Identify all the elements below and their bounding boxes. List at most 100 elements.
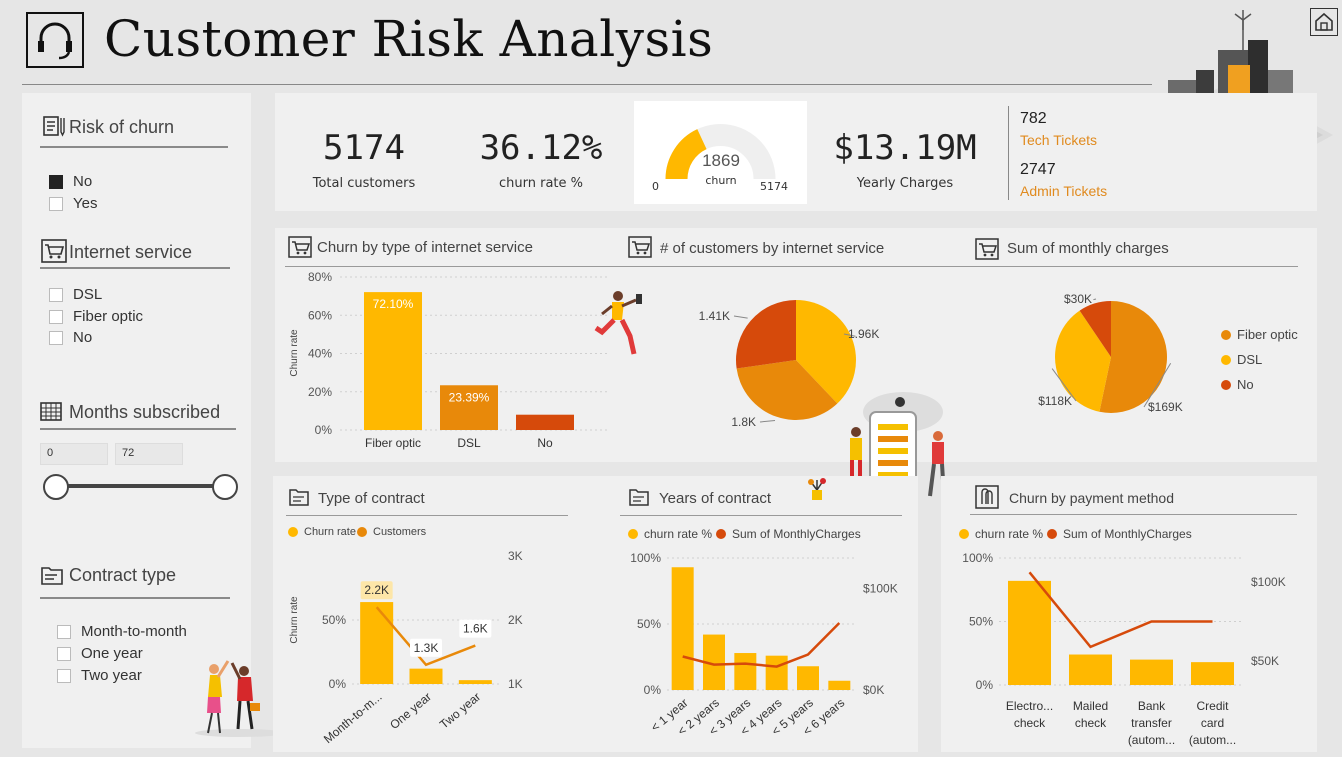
folder-icon xyxy=(289,489,309,506)
y-tick-label-right: 2K xyxy=(508,613,523,627)
type-of-contract-chart: 0% 50% 1K 2K 3K Month-to-m... One year Two year… xyxy=(289,549,523,747)
clipboard-icon xyxy=(43,116,65,137)
gauge-max: 5174 xyxy=(760,180,788,193)
leader-line xyxy=(759,419,776,423)
cart-icon xyxy=(288,236,312,258)
gauge-label: churn xyxy=(705,174,737,187)
x-tick-label: DSL xyxy=(457,436,481,450)
y-tick-label-right: $50K xyxy=(1251,654,1279,668)
slice-label: 1.96K xyxy=(848,327,879,341)
pie-slice xyxy=(735,300,796,369)
churn-by-internet-chart: 0% 20% 40% 60% 80% Churn rate Fiber optic 72.10… xyxy=(289,270,610,450)
gauge-value: 1869 xyxy=(702,151,740,170)
y-tick-label-left: 0% xyxy=(644,683,662,697)
internet-option-fiber[interactable]: Fiber optic xyxy=(49,308,143,325)
internet-option-no[interactable]: No xyxy=(49,329,92,346)
risk-option-no[interactable]: No xyxy=(49,173,92,190)
x-tick-label: (autom... xyxy=(1128,733,1175,747)
checkbox[interactable] xyxy=(57,646,71,661)
x-tick-label: Two year xyxy=(437,690,483,732)
internet-option-dsl[interactable]: DSL xyxy=(49,286,102,303)
bar xyxy=(671,567,694,690)
payment-legend-churn: churn rate % xyxy=(959,527,1043,541)
checkbox[interactable] xyxy=(57,668,71,683)
years-legend-charges: Sum of MonthlyCharges xyxy=(716,527,861,541)
years-of-contract-chart: 0%50%100%$0K$100K< 1 year< 2 years< 3 ye… xyxy=(630,551,898,738)
legend-fiber: Fiber optic xyxy=(1221,327,1298,342)
plant-illustration xyxy=(808,478,826,500)
charts-divider xyxy=(285,266,1298,267)
total-customers-label: Total customers xyxy=(312,176,416,191)
contract-option-two-year[interactable]: Two year xyxy=(57,667,142,684)
bar xyxy=(516,414,574,430)
churn-rate-value: 36.12% xyxy=(479,128,603,168)
cart-icon xyxy=(628,236,652,258)
slice-label: $118K xyxy=(1038,394,1072,408)
runner-illustration xyxy=(594,291,642,355)
x-tick-label: Credit xyxy=(1196,699,1229,713)
months-filter-underline xyxy=(40,428,236,430)
type-of-contract-title: Type of contract xyxy=(318,490,425,507)
contract-option-monthly[interactable]: Month-to-month xyxy=(57,623,187,640)
customers-by-internet-title: # of customers by internet service xyxy=(660,240,885,257)
data-label: 1.6K xyxy=(463,622,488,636)
slice-label: 1.41K xyxy=(699,309,730,323)
years-divider xyxy=(620,515,902,516)
risk-filter-underline xyxy=(40,146,228,148)
risk-option-yes[interactable]: Yes xyxy=(49,195,97,212)
x-tick-label: check xyxy=(1014,716,1046,730)
y-tick-label: 80% xyxy=(308,270,332,284)
risk-filter-title: Risk of churn xyxy=(69,117,175,137)
legend-dsl: DSL xyxy=(1221,352,1262,367)
y-tick-label: 0% xyxy=(315,423,333,437)
gauge-min: 0 xyxy=(652,180,659,193)
page-title: Customer Risk Analysis xyxy=(104,10,714,68)
bar xyxy=(409,668,443,684)
contract-option-one-year[interactable]: One year xyxy=(57,645,143,662)
months-slider-track[interactable] xyxy=(56,484,226,488)
checkbox[interactable] xyxy=(49,330,63,345)
cart-icon xyxy=(41,239,67,263)
header-icon-box xyxy=(26,12,84,68)
data-label: 2.2K xyxy=(364,583,389,597)
checkbox[interactable] xyxy=(49,309,63,324)
y-tick-label: 40% xyxy=(308,347,332,361)
checkbox[interactable] xyxy=(57,624,71,639)
months-min-input[interactable]: 0 xyxy=(40,443,108,465)
contract-divider xyxy=(286,515,568,516)
bar xyxy=(797,666,819,690)
x-tick-label: Fiber optic xyxy=(365,436,421,450)
bar xyxy=(1008,580,1051,685)
y-tick-label-right: $100K xyxy=(1251,575,1286,589)
checkbox[interactable] xyxy=(49,196,63,211)
y-tick-label-left: 50% xyxy=(969,615,993,629)
churn-by-payment-chart: 0% 50% 100% $50K $100K Electro... check Mailed c… xyxy=(962,551,1286,747)
x-tick-label: Mailed xyxy=(1073,699,1108,713)
y-tick-label-left: 0% xyxy=(329,677,347,691)
yearly-charges-value: $13.19M xyxy=(833,128,977,168)
contract-legend-customers: Customers xyxy=(357,526,426,538)
churn-by-internet-title: Churn by type of internet service xyxy=(317,239,533,256)
bar xyxy=(458,680,492,684)
months-slider-handle-max[interactable] xyxy=(212,474,238,500)
total-customers-value: 5174 xyxy=(323,128,405,168)
leader-line xyxy=(1093,298,1097,301)
y-tick-label-right: $100K xyxy=(863,581,898,595)
admin-tickets-label: Admin Tickets xyxy=(1020,183,1108,199)
y-tick-label-right: 3K xyxy=(508,549,523,563)
months-max-input[interactable]: 72 xyxy=(115,443,183,465)
x-tick-label: Month-to-m... xyxy=(321,690,385,747)
payment-icon xyxy=(975,485,999,509)
months-slider-handle-min[interactable] xyxy=(43,474,69,500)
y-axis-label: Churn rate xyxy=(289,329,300,377)
contract-legend-churn: Churn rate xyxy=(288,526,356,538)
years-legend-churn: churn rate % xyxy=(628,527,712,541)
folder-icon xyxy=(41,567,63,585)
y-axis-label: Churn rate xyxy=(289,596,300,644)
internet-filter-underline xyxy=(40,267,230,269)
series-line xyxy=(1028,571,1213,649)
checkbox[interactable] xyxy=(49,174,63,189)
checkbox[interactable] xyxy=(49,287,63,302)
yearly-charges-label: Yearly Charges xyxy=(856,176,954,191)
x-tick-label: No xyxy=(537,436,553,450)
